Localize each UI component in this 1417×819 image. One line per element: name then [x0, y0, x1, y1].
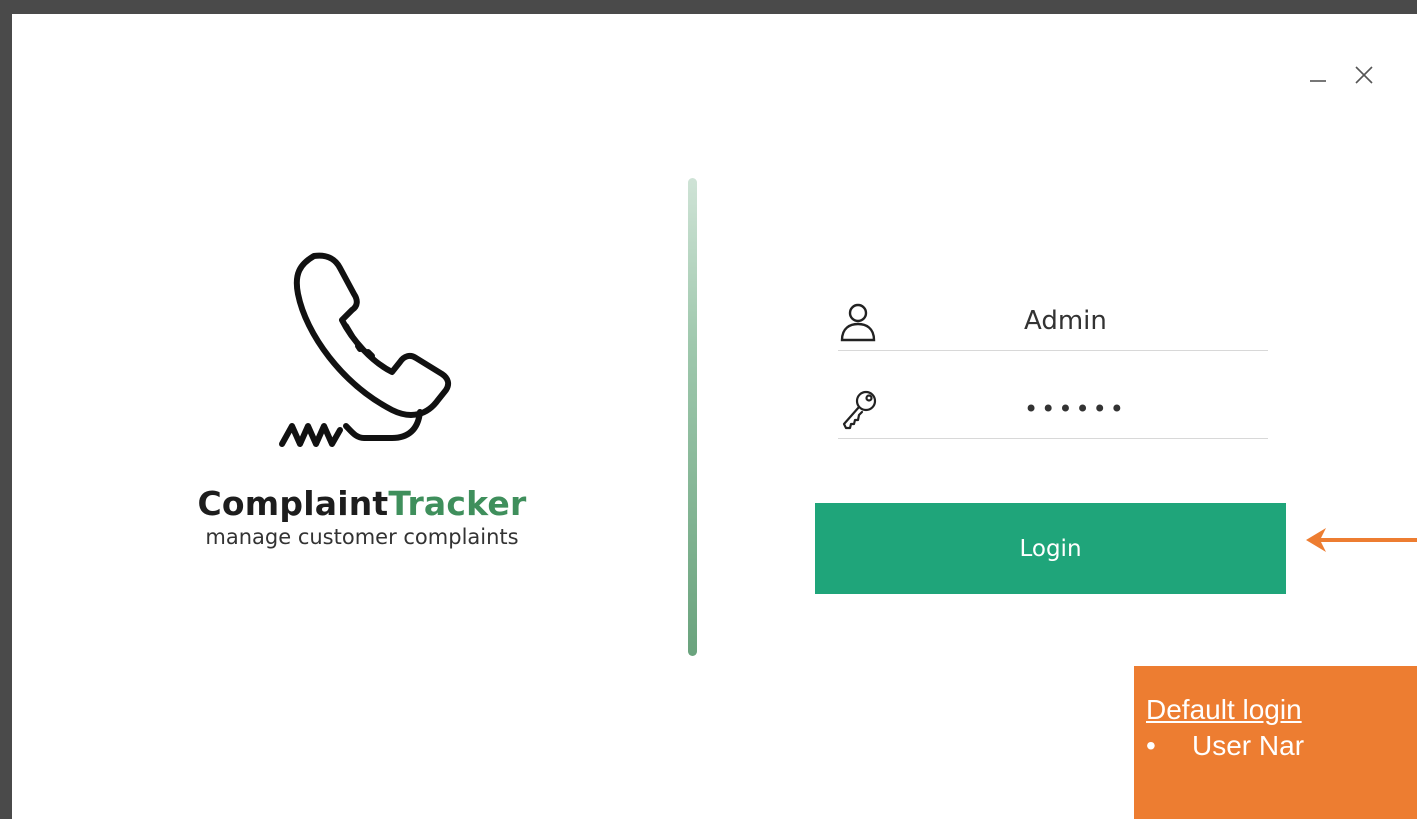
note-item-text: User Nar	[1192, 730, 1305, 761]
username-input[interactable]	[1024, 292, 1264, 350]
minimize-button[interactable]	[1307, 64, 1329, 86]
window-controls	[1307, 64, 1375, 86]
note-title: Default login	[1146, 694, 1302, 725]
brand-name-part2: Tracker	[388, 484, 527, 523]
vertical-divider	[688, 178, 697, 656]
key-icon	[842, 390, 877, 430]
brand-logo: ComplaintTracker manage customer complai…	[132, 234, 592, 549]
brand-name-part1: Complaint	[197, 484, 389, 523]
close-icon	[1355, 66, 1373, 84]
user-icon	[840, 303, 876, 342]
login-button[interactable]: Login	[815, 503, 1286, 594]
phone-handset-icon	[279, 252, 452, 447]
password-input[interactable]	[1024, 380, 1264, 438]
username-field	[838, 292, 1268, 351]
close-button[interactable]	[1353, 64, 1375, 86]
brand-tagline: manage customer complaints	[205, 525, 519, 549]
default-login-note: Default login • User Nar	[1134, 666, 1417, 819]
password-field	[838, 380, 1268, 439]
login-window: ComplaintTracker manage customer complai…	[12, 14, 1417, 819]
note-bullet: •	[1146, 730, 1156, 761]
brand-name: ComplaintTracker	[132, 484, 592, 523]
minimize-icon	[1310, 80, 1326, 82]
arrow-left-icon	[1306, 528, 1417, 552]
note-item: • User Nar	[1146, 728, 1417, 764]
